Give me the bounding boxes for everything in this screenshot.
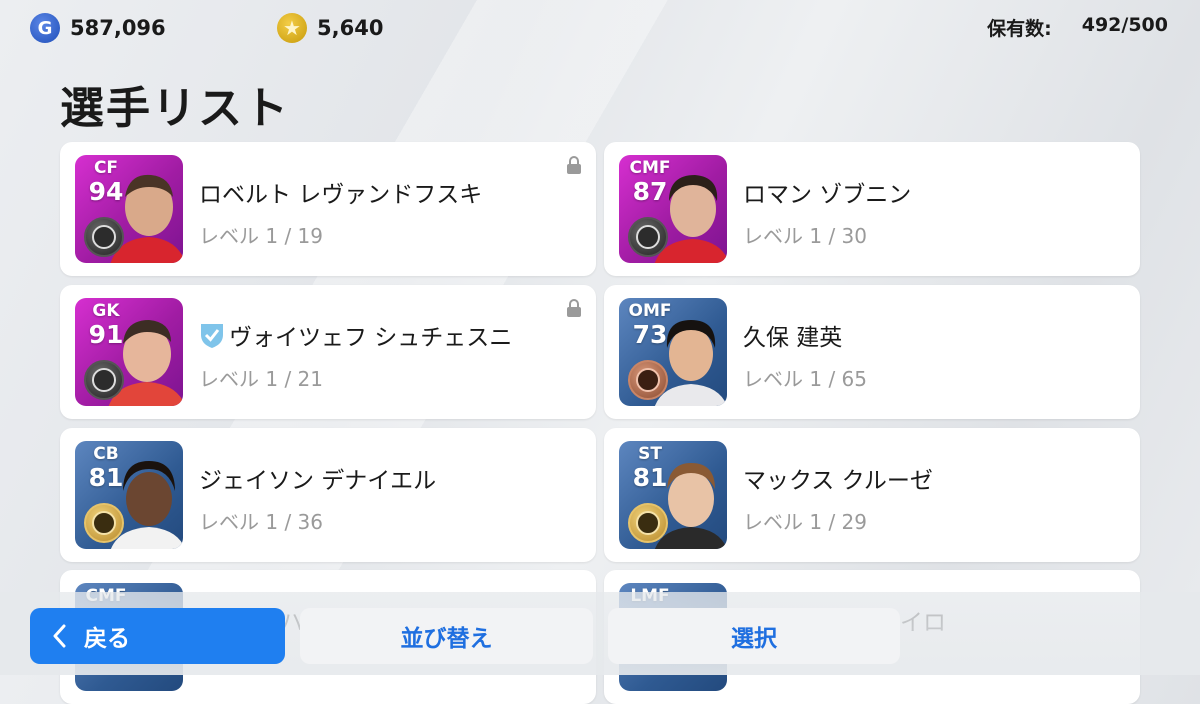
player-position: ST <box>638 444 662 464</box>
player-card[interactable]: CMF 87 ロマン ゾブニン レベル 1 / 30 <box>604 142 1140 276</box>
player-thumbnail: OMF 73 <box>619 298 727 406</box>
player-name: 久保 建英 <box>743 318 842 352</box>
player-level: レベル 1 / 29 <box>743 510 867 534</box>
player-thumbnail: CMF 87 <box>619 155 727 263</box>
player-card[interactable]: CF 94 ロベルト レヴァンドフスキ レベル 1 / 19 <box>60 142 596 276</box>
player-name: ロベルト レヴァンドフスキ <box>199 175 482 209</box>
player-name: マックス クルーゼ <box>743 461 933 495</box>
player-name-text: ヴォイツェフ シュチェスニ <box>229 325 513 351</box>
player-position: CF <box>93 158 119 178</box>
back-button-label: 戻る <box>84 626 130 652</box>
page-title: 選手リスト <box>60 83 290 134</box>
lock-icon <box>567 156 581 174</box>
player-thumbnail: GK 91 <box>75 298 183 406</box>
player-badge-icon <box>628 360 668 400</box>
stock-value: 492/500 <box>1081 14 1168 36</box>
player-thumbnail: ST 81 <box>619 441 727 549</box>
player-rating: 81 <box>632 463 668 492</box>
player-position: GK <box>92 301 120 321</box>
player-thumbnail: CF 94 <box>75 155 183 263</box>
select-button[interactable]: 選択 <box>608 608 900 664</box>
gp-value: 587,096 <box>70 16 166 40</box>
lock-icon <box>567 299 581 317</box>
player-card[interactable]: GK 91 ヴォイツェフ シュチェスニ レベル 1 / 21 <box>60 285 596 419</box>
player-rating: 91 <box>88 320 124 349</box>
player-name: ロマン ゾブニン <box>743 175 911 209</box>
favorite-shield-icon <box>201 324 223 348</box>
player-rating: 94 <box>88 177 124 206</box>
player-badge-icon <box>84 360 124 400</box>
player-name-text: ジェイソン デナイエル <box>199 468 437 494</box>
gp-currency: G 587,096 <box>30 12 166 44</box>
player-card[interactable]: OMF 73 久保 建英 レベル 1 / 65 <box>604 285 1140 419</box>
player-name-text: ロマン ゾブニン <box>743 182 912 208</box>
g-coin-icon: G <box>30 13 60 43</box>
player-position: CMF <box>629 158 671 178</box>
player-name-text: 久保 建英 <box>743 325 843 351</box>
sort-button[interactable]: 並び替え <box>300 608 593 664</box>
coin-value: 5,640 <box>317 16 384 40</box>
star-coin-icon: ★ <box>277 13 307 43</box>
player-level: レベル 1 / 36 <box>199 510 323 534</box>
back-button[interactable]: 戻る <box>30 608 285 664</box>
player-stock: 保有数: 492/500 <box>987 14 1168 41</box>
player-rating: 73 <box>632 320 668 349</box>
chevron-left-icon <box>53 624 66 648</box>
player-badge-icon <box>84 503 124 543</box>
player-card[interactable]: CB 81 ジェイソン デナイエル レベル 1 / 36 <box>60 428 596 562</box>
player-name: ジェイソン デナイエル <box>199 461 436 495</box>
player-name-text: マックス クルーゼ <box>743 468 933 494</box>
player-card[interactable]: ST 81 マックス クルーゼ レベル 1 / 29 <box>604 428 1140 562</box>
player-level: レベル 1 / 30 <box>743 224 867 248</box>
player-name: ヴォイツェフ シュチェスニ <box>199 318 512 352</box>
select-button-label: 選択 <box>731 626 777 652</box>
coin-currency: ★ 5,640 <box>277 12 383 44</box>
stock-label: 保有数: <box>987 18 1052 40</box>
player-badge-icon <box>84 217 124 257</box>
player-level: レベル 1 / 21 <box>199 367 323 391</box>
player-badge-icon <box>628 503 668 543</box>
player-level: レベル 1 / 19 <box>199 224 323 248</box>
player-position: CB <box>93 444 119 464</box>
player-thumbnail: CB 81 <box>75 441 183 549</box>
player-position: OMF <box>628 301 672 321</box>
player-name-text: ロベルト レヴァンドフスキ <box>199 182 483 208</box>
sort-button-label: 並び替え <box>400 626 493 652</box>
player-level: レベル 1 / 65 <box>743 367 867 391</box>
player-badge-icon <box>628 217 668 257</box>
player-rating: 81 <box>88 463 124 492</box>
player-rating: 87 <box>632 177 668 206</box>
